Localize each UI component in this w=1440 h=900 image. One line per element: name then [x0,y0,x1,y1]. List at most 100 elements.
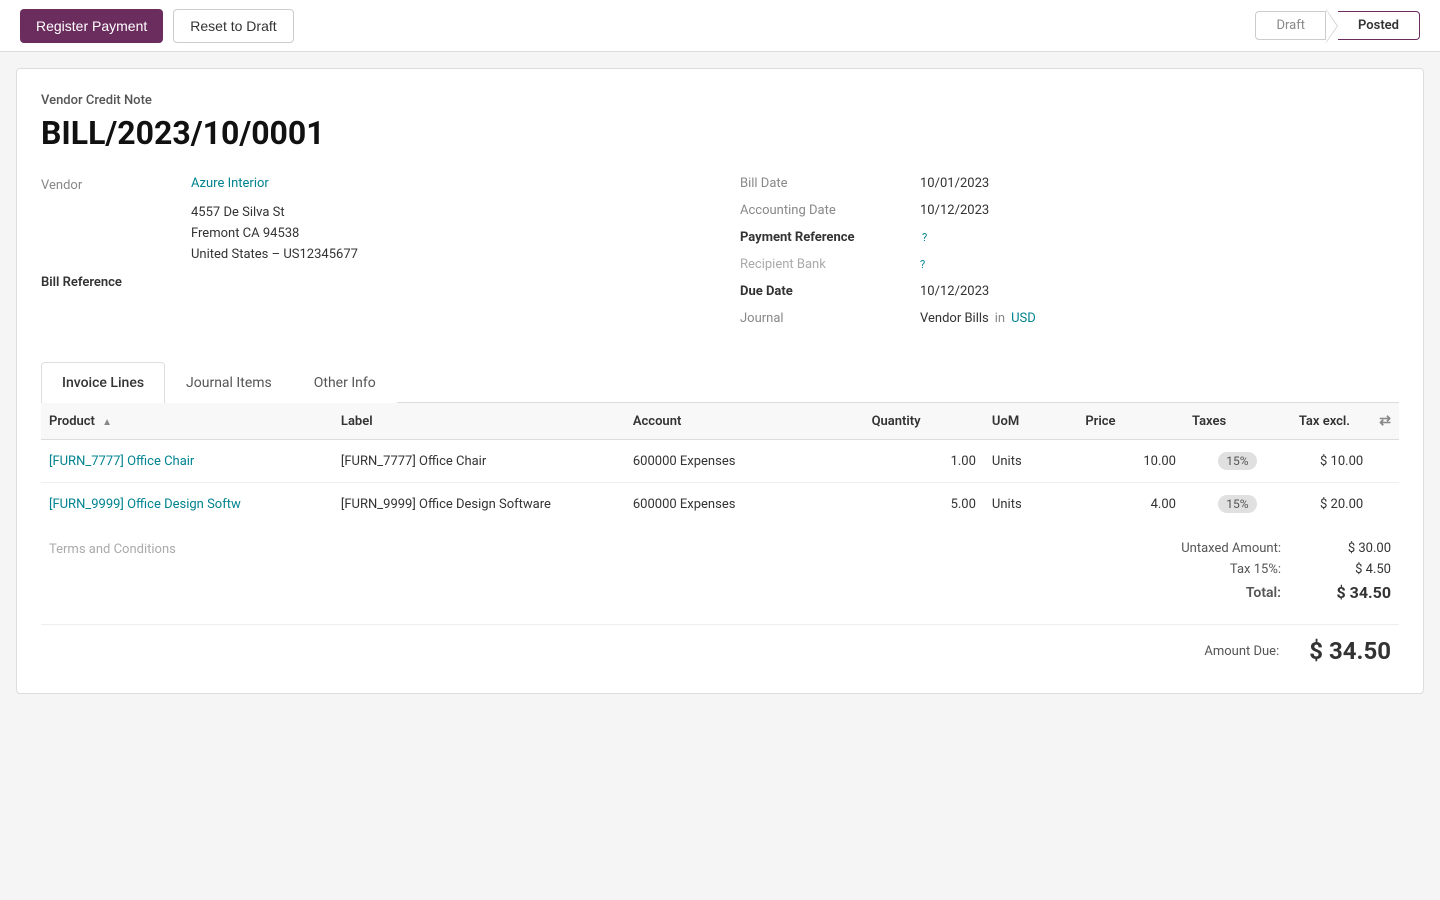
status-arrow [1326,9,1338,43]
tabs: Invoice Lines Journal Items Other Info [41,362,1399,403]
cell-qty-0: 1.00 [864,440,984,483]
due-date-value[interactable]: 10/12/2023 [920,284,989,299]
journal-currency[interactable]: USD [1011,311,1036,326]
status-arrow-inner [1326,10,1337,42]
cell-account-0: 600000 Expenses [625,440,864,483]
form-grid: Vendor Azure Interior 4557 De Silva St F… [41,176,1399,338]
tax-badge-0: 15% [1218,452,1256,470]
table-row: [FURN_9999] Office Design Softw [FURN_99… [41,483,1399,526]
accounting-date-value[interactable]: 10/12/2023 [920,203,989,218]
col-header-price: Price [1077,403,1184,440]
journal-in: in [995,311,1005,326]
status-connector [1326,9,1338,43]
untaxed-label: Untaxed Amount: [1131,541,1281,556]
product-link-1[interactable]: [FURN_9999] Office Design Softw [49,497,241,512]
accounting-date-row: Accounting Date 10/12/2023 [740,203,1399,218]
journal-value-row: Vendor Bills in USD [920,311,1036,326]
table-header: Product ▲ Label Account Quantity UoM Pri… [41,403,1399,440]
cell-uom-1: Units [984,483,1077,526]
register-payment-button[interactable]: Register Payment [20,9,163,43]
journal-row: Journal Vendor Bills in USD [740,311,1399,326]
col-header-quantity: Quantity [864,403,984,440]
payment-reference-row: Payment Reference ? [740,230,1399,245]
total-label: Total: [1131,585,1281,601]
col-header-taxes: Taxes [1184,403,1291,440]
invoice-table: Product ▲ Label Account Quantity UoM Pri… [41,403,1399,525]
journal-label: Journal [740,311,920,326]
toolbar: Register Payment Reset to Draft Draft Po… [0,0,1440,52]
doc-type-label: Vendor Credit Note [41,93,1399,108]
tax-label: Tax 15%: [1131,562,1281,577]
vendor-name[interactable]: Azure Interior [191,176,269,191]
cell-product-1: [FURN_9999] Office Design Softw [41,483,333,526]
vendor-address2: Fremont CA 94538 [191,224,700,245]
product-link-0[interactable]: [FURN_7777] Office Chair [49,454,194,469]
bill-reference-row: Bill Reference [41,275,700,290]
tab-invoice-lines[interactable]: Invoice Lines [41,362,165,403]
tax-value: $ 4.50 [1311,562,1391,577]
amount-due-label: Amount Due: [1129,644,1279,659]
table-footer: Terms and Conditions Untaxed Amount: $ 3… [41,525,1399,624]
payment-reference-label: Payment Reference [740,230,920,245]
left-section: Vendor Azure Interior 4557 De Silva St F… [41,176,700,338]
vendor-address1: 4557 De Silva St [191,203,700,224]
bill-date-label: Bill Date [740,176,920,191]
due-date-label: Due Date [740,284,920,299]
cell-tax-excl-0: $ 10.00 [1291,440,1371,483]
due-date-row: Due Date 10/12/2023 [740,284,1399,299]
payment-reference-help: ? [922,231,927,244]
col-header-account: Account [625,403,864,440]
cell-taxes-0: 15% [1184,440,1291,483]
cell-qty-1: 5.00 [864,483,984,526]
totals-section: Untaxed Amount: $ 30.00 Tax 15%: $ 4.50 … [1131,541,1391,608]
cell-price-1: 4.00 [1077,483,1184,526]
terms-conditions[interactable]: Terms and Conditions [49,541,176,557]
cell-tax-excl-1: $ 20.00 [1291,483,1371,526]
cell-label-0: [FURN_7777] Office Chair [333,440,625,483]
tab-journal-items[interactable]: Journal Items [165,362,293,403]
amount-due-value: $ 34.50 [1309,637,1391,665]
cell-price-0: 10.00 [1077,440,1184,483]
col-header-uom: UoM [984,403,1077,440]
col-header-product: Product ▲ [41,403,333,440]
table-settings-icon[interactable]: ⇄ [1379,413,1391,429]
vendor-label: Vendor [41,176,191,193]
accounting-date-label: Accounting Date [740,203,920,218]
recipient-bank-help: ? [920,258,925,271]
table-row: [FURN_7777] Office Chair [FURN_7777] Off… [41,440,1399,483]
tab-other-info[interactable]: Other Info [293,362,397,403]
cell-product-0: [FURN_7777] Office Chair [41,440,333,483]
tax-badge-1: 15% [1218,495,1256,513]
right-section: Bill Date 10/01/2023 Accounting Date 10/… [740,176,1399,338]
cell-settings-1 [1371,483,1399,526]
untaxed-amount-row: Untaxed Amount: $ 30.00 [1131,541,1391,556]
status-draft[interactable]: Draft [1255,11,1326,40]
vendor-row: Vendor Azure Interior [41,176,700,193]
col-header-label: Label [333,403,625,440]
col-header-tax-excl: Tax excl. [1291,403,1371,440]
status-posted[interactable]: Posted [1338,11,1420,40]
amount-due-section: Amount Due: $ 34.50 [41,624,1399,669]
reset-to-draft-button[interactable]: Reset to Draft [173,9,293,43]
toolbar-actions: Register Payment Reset to Draft [20,9,294,43]
vendor-address: 4557 De Silva St Fremont CA 94538 United… [191,203,700,265]
recipient-bank-label: Recipient Bank [740,257,920,272]
bill-date-row: Bill Date 10/01/2023 [740,176,1399,191]
untaxed-value: $ 30.00 [1311,541,1391,556]
col-header-settings[interactable]: ⇄ [1371,403,1399,440]
main-content: Vendor Credit Note BILL/2023/10/0001 Ven… [16,68,1424,694]
bill-reference-label: Bill Reference [41,275,122,290]
sort-product-icon[interactable]: ▲ [102,417,112,428]
cell-account-1: 600000 Expenses [625,483,864,526]
journal-value[interactable]: Vendor Bills [920,311,989,326]
bill-date-value[interactable]: 10/01/2023 [920,176,989,191]
vendor-address3: United States – US12345677 [191,245,700,266]
doc-number: BILL/2023/10/0001 [41,114,1399,152]
total-row: Total: $ 34.50 [1131,583,1391,602]
cell-taxes-1: 15% [1184,483,1291,526]
cell-label-1: [FURN_9999] Office Design Software [333,483,625,526]
total-value: $ 34.50 [1311,583,1391,602]
recipient-bank-row: Recipient Bank ? [740,257,1399,272]
cell-uom-0: Units [984,440,1077,483]
tax-row: Tax 15%: $ 4.50 [1131,562,1391,577]
